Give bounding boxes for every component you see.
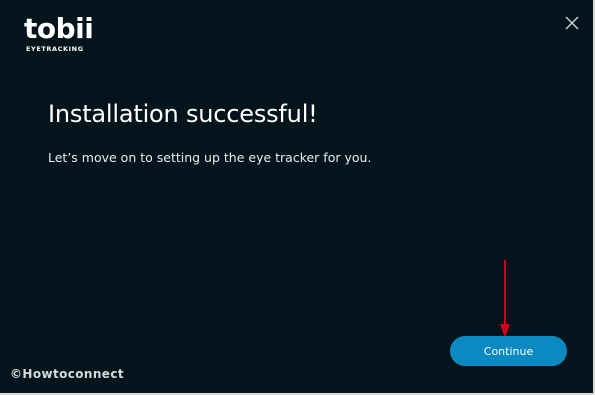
tobii-logo: tobii EYETRACKING xyxy=(24,12,98,54)
red-arrow-down-icon xyxy=(500,260,510,338)
logo-wordmark: tobii xyxy=(24,12,94,45)
page-subtitle: Let’s move on to setting up the eye trac… xyxy=(48,150,372,165)
installer-window: tobii EYETRACKING Installation successfu… xyxy=(0,0,595,395)
page-title: Installation successful! xyxy=(48,100,318,128)
close-button[interactable] xyxy=(563,14,581,32)
watermark: ©Howtoconnect xyxy=(10,367,124,381)
continue-button[interactable]: Continue xyxy=(450,336,567,366)
logo-tagline: EYETRACKING xyxy=(26,45,84,53)
close-icon xyxy=(565,16,579,30)
